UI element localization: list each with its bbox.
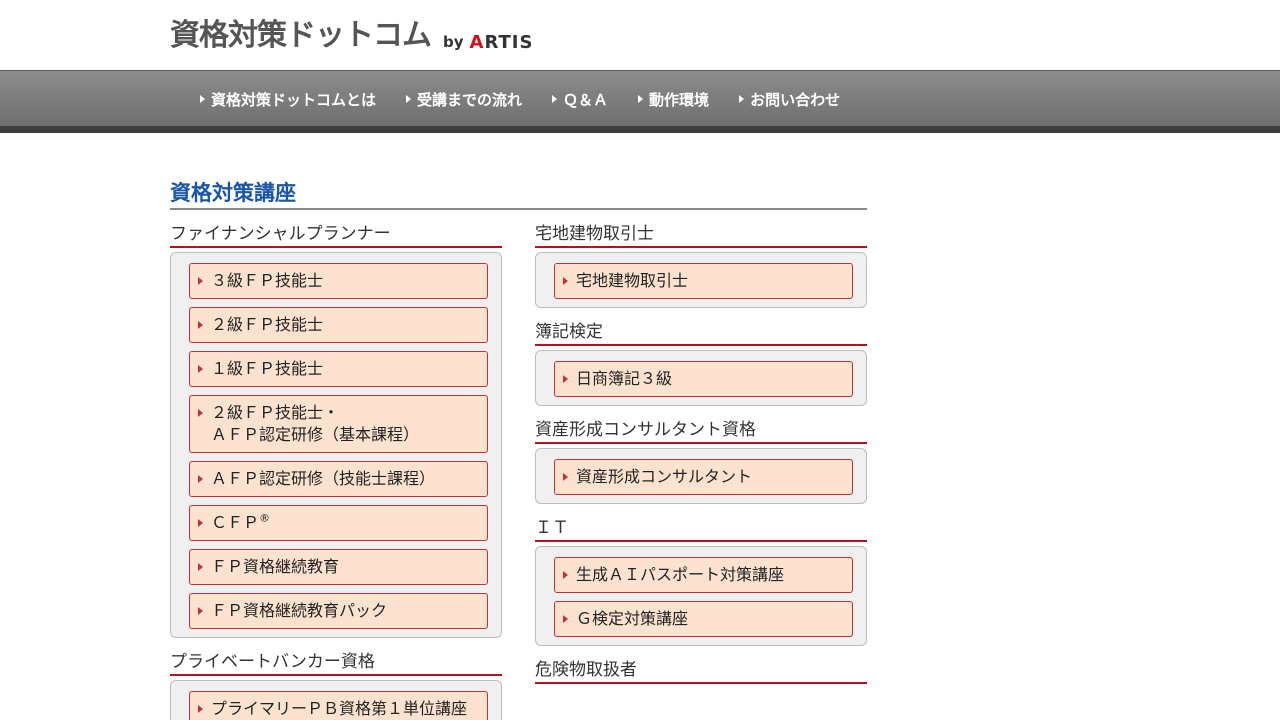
category-title-fp: ファイナンシャルプランナー (170, 222, 502, 248)
site-logo[interactable]: 資格対策ドットコム by ARTIS (170, 16, 533, 56)
course-link-fp3[interactable]: ３級ＦＰ技能士 (189, 263, 488, 299)
nav-bottom-bar (0, 126, 1280, 133)
category-box-boki: 日商簿記３級 (535, 350, 867, 406)
nav-item-contact[interactable]: お問い合わせ (739, 89, 840, 110)
category-box-it: 生成ＡＩパスポート対策講座 Ｇ検定対策講座 (535, 546, 867, 646)
course-link-fp2-afp-basic[interactable]: ２級ＦＰ技能士・ ＡＦＰ認定研修（基本課程） (189, 395, 488, 453)
course-link-primary-pb[interactable]: プライマリーＰＢ資格第１単位講座 (189, 691, 488, 720)
right-course-column: 宅地建物取引士 宅地建物取引士 簿記検定 日商簿記３級 資産形成コンサルタント資… (535, 222, 867, 684)
category-box-asset-consultant: 資産形成コンサルタント (535, 448, 867, 504)
course-link-fp2[interactable]: ２級ＦＰ技能士 (189, 307, 488, 343)
course-link-boki3[interactable]: 日商簿記３級 (554, 361, 853, 397)
arrow-right-icon (638, 95, 644, 103)
category-title-hazardous: 危険物取扱者 (535, 658, 867, 684)
arrow-right-icon (406, 95, 412, 103)
section-title: 資格対策講座 (170, 181, 296, 205)
category-title-boki: 簿記検定 (535, 320, 867, 346)
category-title-asset-consultant: 資産形成コンサルタント資格 (535, 418, 867, 444)
artis-logo: ARTIS (469, 32, 534, 53)
course-link-asset-consultant[interactable]: 資産形成コンサルタント (554, 459, 853, 495)
nav-item-flow[interactable]: 受講までの流れ (406, 89, 522, 110)
category-box-takken: 宅地建物取引士 (535, 252, 867, 308)
category-box-fp: ３級ＦＰ技能士 ２級ＦＰ技能士 １級ＦＰ技能士 ２級ＦＰ技能士・ ＡＦＰ認定研修（… (170, 252, 502, 638)
course-link-fp-continuing[interactable]: ＦＰ資格継続教育 (189, 549, 488, 585)
course-link-afp-skill[interactable]: ＡＦＰ認定研修（技能士課程） (189, 461, 488, 497)
category-box-private-banker: プライマリーＰＢ資格第１単位講座 (170, 680, 502, 720)
left-course-column: ファイナンシャルプランナー ３級ＦＰ技能士 ２級ＦＰ技能士 １級ＦＰ技能士 ２級… (170, 222, 502, 720)
arrow-right-icon (739, 95, 745, 103)
category-title-it: ＩＴ (535, 516, 867, 542)
site-header: 資格対策ドットコム by ARTIS (0, 0, 1280, 70)
nav-item-faq[interactable]: Ｑ＆Ａ (552, 89, 608, 110)
main-nav: 資格対策ドットコムとは 受講までの流れ Ｑ＆Ａ 動作環境 お問い合わせ (0, 70, 1280, 126)
course-link-takken[interactable]: 宅地建物取引士 (554, 263, 853, 299)
logo-by-text: by (443, 33, 464, 51)
logo-text: 資格対策ドットコム (170, 18, 432, 53)
category-title-takken: 宅地建物取引士 (535, 222, 867, 248)
section-divider (170, 208, 867, 210)
arrow-right-icon (200, 95, 205, 103)
nav-item-about[interactable]: 資格対策ドットコムとは (200, 89, 376, 110)
course-link-fp-continuing-pack[interactable]: ＦＰ資格継続教育パック (189, 593, 488, 629)
category-title-private-banker: プライベートバンカー資格 (170, 650, 502, 676)
registered-mark: ® (259, 511, 271, 525)
arrow-right-icon (552, 95, 558, 103)
course-link-cfp[interactable]: ＣＦＰ® (189, 505, 488, 541)
course-link-g-kentei[interactable]: Ｇ検定対策講座 (554, 601, 853, 637)
course-link-fp1[interactable]: １級ＦＰ技能士 (189, 351, 488, 387)
course-link-genai-passport[interactable]: 生成ＡＩパスポート対策講座 (554, 557, 853, 593)
nav-item-environment[interactable]: 動作環境 (638, 89, 709, 110)
